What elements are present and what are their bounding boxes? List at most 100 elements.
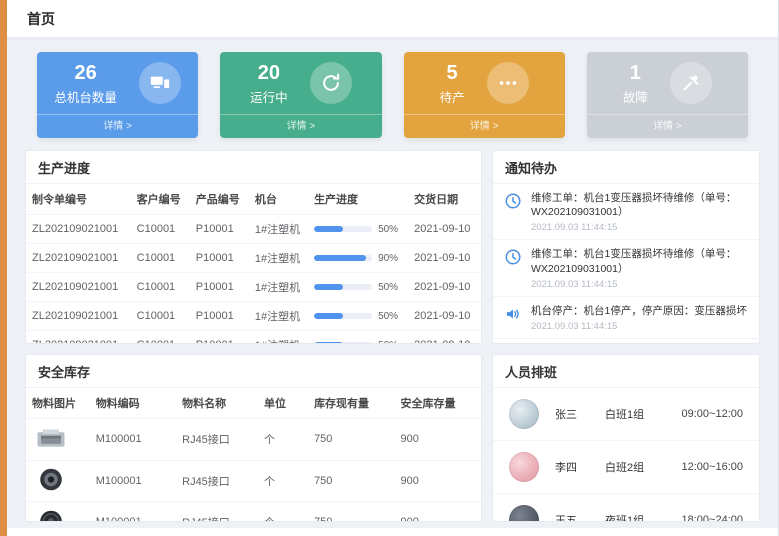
stock-row: M100001 RJ45接口 个 750 900 — [26, 502, 481, 523]
stat-label: 故障 — [623, 87, 648, 106]
staff-time: 09:00~12:00 — [682, 408, 743, 420]
stock-table: 物料图片物料编码物料名称单位库存现有量安全库存量 M100001 RJ45接口 … — [26, 388, 481, 522]
staff-row: 张三 白班1组 09:00~12:00 — [493, 388, 759, 441]
ellipsis-icon — [487, 62, 529, 104]
machine-name: 1#注塑机 — [249, 273, 308, 302]
stat-card-body: 26 总机台数量 — [37, 52, 198, 114]
production-row: ZL202109021001 C10001 P10001 1#注塑机 50% 2… — [26, 273, 481, 302]
material-code: M100001 — [90, 419, 176, 461]
material-name: RJ45接口 — [176, 460, 258, 502]
notice-text: 机台停产：机台1停产，停产原因：变压器损坏 — [531, 304, 747, 318]
column-header: 物料编码 — [90, 388, 176, 419]
card-detail-link[interactable]: 详情 > — [37, 114, 198, 138]
stat-card-waiting[interactable]: 5 待产 详情 > — [404, 52, 565, 138]
column-header: 安全库存量 — [395, 388, 482, 419]
stat-card-running[interactable]: 20 运行中 详情 > — [220, 52, 381, 138]
progress-value: 90% — [378, 253, 398, 264]
delivery-date: 2021-09-10 — [408, 273, 481, 302]
production-table: 制令单编号客户编号产品编号机台生产进度交货日期 ZL202109021001 C… — [26, 184, 481, 344]
column-header: 客户编号 — [131, 184, 190, 215]
card-detail-link[interactable]: 详情 > — [220, 114, 381, 138]
production-row: ZL202109021001 C10001 P10001 1#注塑机 50% 2… — [26, 302, 481, 331]
production-row: ZL202109021001 C10001 P10001 1#注塑机 90% 2… — [26, 244, 481, 273]
machine-name: 1#注塑机 — [249, 215, 308, 244]
customer-no: C10001 — [131, 215, 190, 244]
dashboard: 26 总机台数量 详情 > 20 运行中 详情 > 5 待产 详情 > — [7, 38, 778, 528]
stock-panel-title: 安全库存 — [26, 355, 481, 388]
left-edge-strip — [0, 0, 7, 536]
staff-shift: 白班2组 — [605, 459, 665, 475]
card-detail-link[interactable]: 详情 > — [587, 114, 748, 138]
tools-icon — [670, 62, 712, 104]
progress-value: 50% — [378, 224, 398, 235]
progress-bar — [314, 226, 372, 232]
column-header: 机台 — [249, 184, 308, 215]
notice-list: 维修工单：机台1变压器损坏待维修（单号：WX202109031001） 2021… — [493, 184, 759, 344]
panels-grid: 生产进度 制令单编号客户编号产品编号机台生产进度交货日期 ZL202109021… — [25, 150, 760, 522]
notices-panel-title: 通知待办 — [493, 151, 759, 184]
notice-item: 机台停产：机台1停产，停产原因：变压器损坏 2021.09.03 11:44:1… — [493, 297, 759, 339]
speaker-icon — [503, 304, 523, 324]
current-stock: 750 — [308, 502, 394, 523]
column-header: 交货日期 — [408, 184, 481, 215]
column-header: 单位 — [258, 388, 308, 419]
order-no: ZL202109021001 — [26, 331, 131, 345]
product-no: P10001 — [190, 215, 249, 244]
progress-cell: 50% — [314, 311, 402, 322]
avatar-zhangsan — [509, 399, 539, 429]
safety-stock: 900 — [395, 460, 482, 502]
customer-no: C10001 — [131, 331, 190, 345]
stat-label: 运行中 — [250, 87, 288, 106]
safety-stock: 900 — [395, 419, 482, 461]
column-header: 产品编号 — [190, 184, 249, 215]
speaker-component-image — [32, 507, 70, 522]
progress-value: 50% — [378, 311, 398, 322]
material-unit: 个 — [258, 419, 308, 461]
progress-value: 50% — [378, 340, 398, 345]
progress-bar — [314, 342, 372, 344]
progress-bar — [314, 284, 372, 290]
order-no: ZL202109021001 — [26, 302, 131, 331]
stat-value: 5 — [440, 61, 465, 85]
notice-item: 计划暂停：机台1生产计划已暂停 2021.09.03 11:44:15 — [493, 339, 759, 344]
notices-panel: 通知待办 维修工单：机台1变压器损坏待维修（单号：WX202109031001）… — [492, 150, 760, 344]
notice-item: 维修工单：机台1变压器损坏待维修（单号：WX202109031001） 2021… — [493, 240, 759, 296]
progress-bar — [314, 255, 372, 261]
order-no: ZL202109021001 — [26, 215, 131, 244]
production-header-row: 制令单编号客户编号产品编号机台生产进度交货日期 — [26, 184, 481, 215]
column-header: 库存现有量 — [308, 388, 394, 419]
round-connector-image — [32, 466, 70, 494]
material-name: RJ45接口 — [176, 502, 258, 523]
column-header: 生产进度 — [308, 184, 408, 215]
notice-text: 维修工单：机台1变压器损坏待维修（单号：WX202109031001） — [531, 247, 749, 275]
material-unit: 个 — [258, 460, 308, 502]
machine-icon — [139, 62, 181, 104]
production-row: ZL202109021001 C10001 P10001 1#注塑机 50% 2… — [26, 331, 481, 345]
stat-card-body: 20 运行中 — [220, 52, 381, 114]
notice-time: 2021.09.03 11:44:15 — [531, 279, 749, 290]
staff-row: 李四 白班2组 12:00~16:00 — [493, 441, 759, 494]
delivery-date: 2021-09-10 — [408, 302, 481, 331]
delivery-date: 2021-09-10 — [408, 244, 481, 273]
current-stock: 750 — [308, 419, 394, 461]
notice-time: 2021.09.03 11:44:15 — [531, 222, 749, 233]
staff-row: 王五 夜班1组 18:00~24:00 — [493, 494, 759, 522]
current-stock: 750 — [308, 460, 394, 502]
column-header: 物料名称 — [176, 388, 258, 419]
stat-label: 总机台数量 — [54, 87, 117, 106]
page-title: 首页 — [27, 9, 55, 29]
machine-name: 1#注塑机 — [249, 331, 308, 345]
stat-card-total[interactable]: 26 总机台数量 详情 > — [37, 52, 198, 138]
order-no: ZL202109021001 — [26, 244, 131, 273]
column-header: 制令单编号 — [26, 184, 131, 215]
material-code: M100001 — [90, 502, 176, 523]
topbar: 首页 — [7, 0, 778, 38]
card-detail-link[interactable]: 详情 > — [404, 114, 565, 138]
machine-name: 1#注塑机 — [249, 302, 308, 331]
stat-label: 待产 — [440, 87, 465, 106]
refresh-icon — [310, 62, 352, 104]
notice-text: 维修工单：机台1变压器损坏待维修（单号：WX202109031001） — [531, 191, 749, 219]
stat-value: 20 — [250, 61, 288, 85]
stat-card-fault[interactable]: 1 故障 详情 > — [587, 52, 748, 138]
staff-list: 张三 白班1组 09:00~12:00 李四 白班2组 12:00~16:00 … — [493, 388, 759, 522]
